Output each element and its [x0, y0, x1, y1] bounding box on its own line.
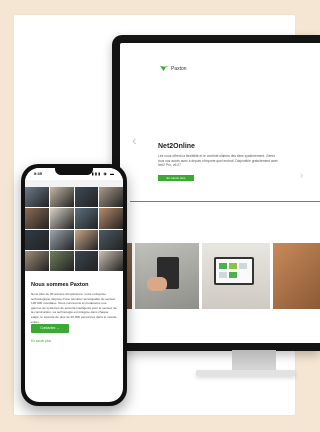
contact-button[interactable]: Contactez → [31, 324, 69, 333]
mosaic-photo-tile [74, 187, 99, 208]
access-reader-photo [135, 243, 199, 309]
monitor-base [196, 370, 295, 376]
photo-tile [273, 243, 320, 309]
signal-battery-icon: ▮▮▮ ◉ ▬ [91, 171, 115, 176]
desktop-screen: Paxton ‹ Net2Online Les nous offrent la … [120, 43, 320, 343]
section-divider [130, 201, 320, 202]
photo-mosaic [25, 187, 123, 271]
hero-cta-button[interactable]: En savoir plus [158, 175, 194, 181]
mosaic-photo-tile [25, 187, 49, 208]
phone-screen: 9:35 ▮▮▮ ◉ ▬ Nous sommes Paxton Nous plu… [25, 168, 123, 402]
mosaic-photo-tile [99, 229, 123, 250]
desktop-monitor: Paxton ‹ Net2Online Les nous offrent la … [112, 35, 320, 351]
logo-text: Paxton [171, 65, 187, 72]
hero-title: Net2Online [158, 143, 195, 150]
carousel-prev-icon[interactable]: ‹ [132, 133, 137, 147]
mosaic-photo-tile [49, 250, 74, 271]
site-logo[interactable]: Paxton [160, 65, 187, 72]
browser-address-bar[interactable] [25, 180, 123, 187]
carousel-next-icon[interactable]: › [300, 171, 303, 181]
paxton-logo-icon [160, 65, 169, 72]
mosaic-photo-tile [25, 250, 49, 271]
hero-description: Les nous offrent la flexibilité et le co… [158, 154, 278, 167]
mosaic-photo-tile [99, 250, 123, 271]
mosaic-photo-tile [74, 208, 99, 229]
mosaic-photo-tile [99, 208, 123, 229]
status-time: 9:35 [34, 171, 43, 176]
photo-strip [120, 243, 320, 309]
mosaic-photo-tile [74, 250, 99, 271]
mosaic-photo-tile [25, 229, 49, 250]
tablet-image [214, 257, 254, 285]
phone-heading: Nous sommes Paxton [31, 282, 89, 288]
mosaic-photo-tile [49, 208, 74, 229]
monitor-stand [232, 350, 276, 372]
tablet-photo [202, 243, 270, 309]
mosaic-photo-tile [25, 208, 49, 229]
mosaic-photo-tile [99, 187, 123, 208]
mosaic-photo-tile [49, 229, 74, 250]
mosaic-photo-tile [74, 229, 99, 250]
phone-notch [55, 168, 93, 175]
mosaic-photo-tile [49, 187, 74, 208]
phone-body-text: Nous plus de 30 années d'expérience, not… [31, 292, 117, 324]
smartphone: 9:35 ▮▮▮ ◉ ▬ Nous sommes Paxton Nous plu… [21, 164, 127, 406]
hand-image [147, 277, 167, 291]
learn-more-link[interactable]: En savoir plus [31, 339, 51, 343]
